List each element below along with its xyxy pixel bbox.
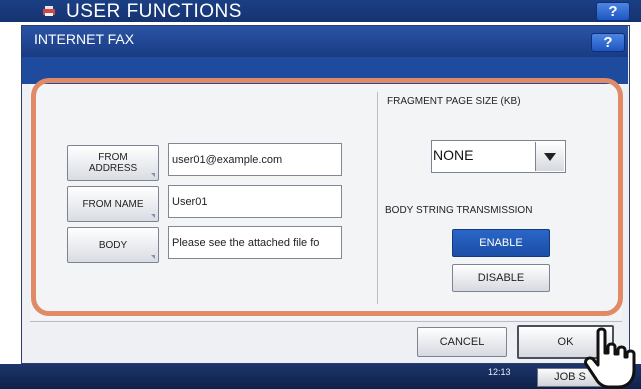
background-help-button[interactable]: ?	[596, 2, 630, 21]
footer-divider	[30, 321, 622, 322]
clock-display: 12:13	[488, 367, 511, 377]
focus-highlight-ring	[31, 78, 623, 316]
cancel-button[interactable]: CANCEL	[417, 327, 507, 357]
hand-pointer-icon	[584, 327, 636, 389]
clock-time: 12:13	[488, 367, 511, 377]
dialog-help-button[interactable]: ?	[591, 33, 625, 52]
printer-logo-icon	[43, 6, 55, 16]
dialog-title: INTERNET FAX	[34, 31, 135, 47]
background-app-title: USER FUNCTIONS	[66, 1, 242, 22]
